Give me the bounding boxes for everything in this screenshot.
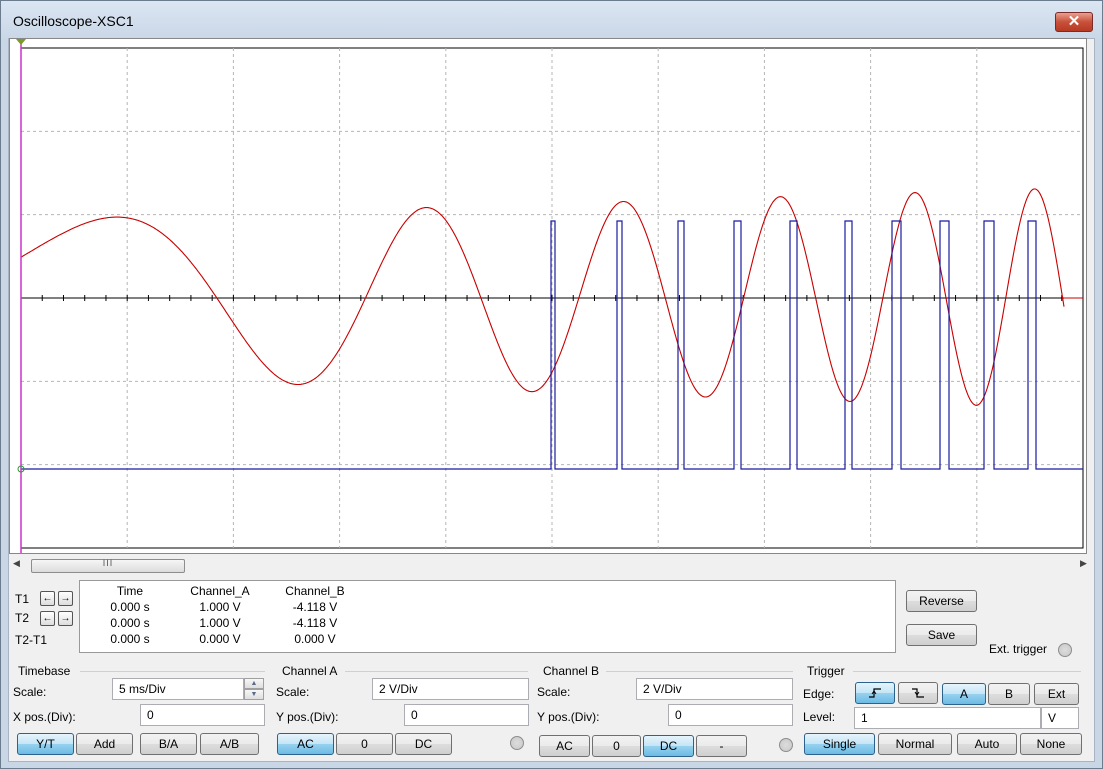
channel-b-ypos-label: Y pos.(Div): — [537, 710, 600, 724]
header-channel-b: Channel_B — [285, 584, 345, 598]
group-divider — [345, 671, 528, 672]
t2-channel-a: 1.000 V — [199, 616, 241, 630]
channel-a-dc-button[interactable]: DC — [395, 733, 452, 755]
channel-b-zero-button[interactable]: 0 — [592, 735, 641, 757]
timebase-title: Timebase — [18, 664, 71, 678]
channel-a-title: Channel A — [282, 664, 338, 678]
t2-t1-channel-a: 0.000 V — [199, 632, 241, 646]
trigger-auto-button[interactable]: Auto — [957, 733, 1017, 755]
close-button[interactable]: ✕ — [1055, 12, 1093, 32]
spin-up-icon[interactable]: ▲ — [244, 678, 264, 689]
t2-t1-channel-b: 0.000 V — [294, 632, 336, 646]
arrow-left-icon: ← — [42, 613, 53, 624]
t2-channel-b: -4.118 V — [292, 616, 338, 630]
mode-ab-button[interactable]: A/B — [200, 733, 259, 755]
trigger-title: Trigger — [807, 664, 845, 678]
falling-edge-icon — [912, 688, 924, 698]
t1-left-button[interactable]: ← — [40, 591, 55, 606]
mode-add-button[interactable]: Add — [76, 733, 133, 755]
t2-right-button[interactable]: → — [58, 611, 73, 626]
rising-edge-button[interactable] — [855, 682, 895, 704]
arrow-left-icon: ← — [42, 593, 53, 604]
arrow-right-icon: → — [60, 593, 71, 604]
title-bar: Oscilloscope-XSC1 ✕ — [1, 1, 1102, 39]
t1-cursor-marker-icon — [16, 39, 26, 45]
trigger-level-label: Level: — [803, 710, 836, 724]
trigger-level-unit[interactable]: V — [1041, 707, 1079, 729]
rising-edge-icon — [869, 688, 881, 698]
trigger-edge-label: Edge: — [803, 687, 835, 701]
trigger-single-button[interactable]: Single — [804, 733, 875, 755]
group-divider — [80, 671, 265, 672]
timebase-scale-label: Scale: — [13, 685, 47, 699]
header-time: Time — [116, 584, 144, 598]
scroll-grip-icon: III — [102, 558, 114, 568]
falling-edge-button[interactable] — [898, 682, 938, 704]
header-channel-a: Channel_A — [190, 584, 250, 598]
window-title: Oscilloscope-XSC1 — [13, 13, 134, 29]
channel-a-ac-button[interactable]: AC — [277, 733, 334, 755]
channel-a-scale-label: Scale: — [276, 685, 310, 699]
channel-b-scale-label: Scale: — [537, 685, 571, 699]
cursor-readout-table: Time Channel_A Channel_B 0.000 s 1.000 V… — [79, 580, 896, 653]
channel-b-dc-button[interactable]: DC — [643, 735, 694, 757]
trigger-none-button[interactable]: None — [1020, 733, 1082, 755]
save-button[interactable]: Save — [906, 624, 977, 646]
t1-right-button[interactable]: → — [58, 591, 73, 606]
t2-time: 0.000 s — [110, 616, 150, 630]
scroll-thumb[interactable]: III — [31, 558, 185, 573]
channel-b-scale-input[interactable]: 2 V/Div — [636, 678, 793, 700]
reverse-button[interactable]: Reverse — [906, 590, 977, 612]
scroll-right-icon[interactable]: ▶ — [1080, 558, 1087, 569]
scroll-left-icon[interactable]: ◀ — [13, 558, 20, 569]
t2-t1-label: T2-T1 — [15, 633, 48, 647]
t1-time: 0.000 s — [110, 600, 150, 614]
t1-label: T1 — [15, 592, 30, 606]
t2-label: T2 — [15, 611, 30, 625]
trigger-level-input[interactable]: 1 — [854, 707, 1041, 729]
timebase-scale-input[interactable]: 5 ms/Div — [112, 678, 244, 700]
channel-b-title: Channel B — [543, 664, 600, 678]
channel-a-zero-button[interactable]: 0 — [336, 733, 393, 755]
channel-b-connector[interactable] — [779, 738, 793, 752]
t2-t1-time: 0.000 s — [110, 632, 150, 646]
t1-channel-a: 1.000 V — [199, 600, 241, 614]
spin-down-icon[interactable]: ▼ — [244, 689, 264, 700]
trigger-source-a-button[interactable]: A — [942, 683, 986, 705]
scope-display[interactable] — [9, 38, 1087, 554]
trigger-normal-button[interactable]: Normal — [878, 733, 952, 755]
close-icon: ✕ — [1067, 13, 1081, 30]
channel-b-ypos-input[interactable]: 0 — [668, 704, 793, 726]
channel-a-ypos-label: Y pos.(Div): — [276, 710, 339, 724]
group-divider — [853, 671, 1081, 672]
channel-b-ac-button[interactable]: AC — [539, 735, 590, 757]
channel-a-scale-input[interactable]: 2 V/Div — [372, 678, 529, 700]
trigger-source-ext-button[interactable]: Ext — [1034, 683, 1079, 705]
group-divider — [606, 671, 793, 672]
channel-b-minus-button[interactable]: - — [696, 735, 747, 757]
timebase-xpos-label: X pos.(Div): — [13, 710, 76, 724]
timebase-xpos-input[interactable]: 0 — [140, 704, 265, 726]
mode-ba-button[interactable]: B/A — [140, 733, 197, 755]
arrow-right-icon: → — [60, 613, 71, 624]
ext-trigger-connector[interactable] — [1058, 643, 1072, 657]
mode-yt-button[interactable]: Y/T — [17, 733, 74, 755]
t1-channel-b: -4.118 V — [292, 600, 338, 614]
trigger-source-b-button[interactable]: B — [988, 683, 1030, 705]
scope-plot — [16, 39, 1084, 553]
channel-a-connector[interactable] — [510, 736, 524, 750]
horizontal-scrollbar[interactable]: ◀ III ▶ — [9, 557, 1090, 574]
timebase-scale-spinner[interactable]: ▲ ▼ — [244, 678, 264, 700]
channel-a-ypos-input[interactable]: 0 — [404, 704, 529, 726]
t2-left-button[interactable]: ← — [40, 611, 55, 626]
ext-trigger-label: Ext. trigger — [989, 642, 1048, 656]
